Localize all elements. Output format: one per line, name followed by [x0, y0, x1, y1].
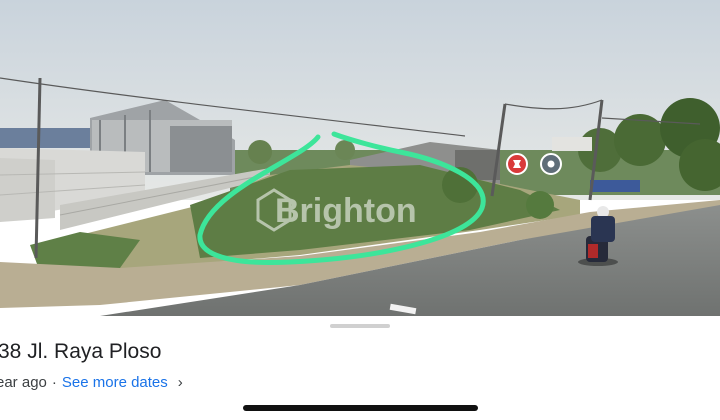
drag-handle[interactable] [330, 324, 390, 328]
street-view-image[interactable]: Brighton [0, 0, 720, 316]
place-info-sheet: 38 Jl. Raya Ploso ear ago · See more dat… [0, 316, 720, 420]
home-indicator[interactable] [243, 405, 478, 411]
see-more-dates-link[interactable]: See more dates [62, 374, 168, 391]
place-title: 38 Jl. Raya Ploso [0, 340, 162, 363]
imagery-date-row: ear ago · See more dates › [0, 374, 183, 391]
brighton-watermark: Brighton [256, 188, 417, 232]
chevron-right-icon[interactable]: › [178, 374, 183, 391]
location-marker-icon[interactable] [540, 153, 562, 175]
imagery-date: ear ago [0, 374, 47, 391]
location-marker-icon[interactable] [506, 153, 528, 175]
svg-text:Brighton: Brighton [275, 192, 417, 230]
separator-dot: · [51, 374, 57, 391]
